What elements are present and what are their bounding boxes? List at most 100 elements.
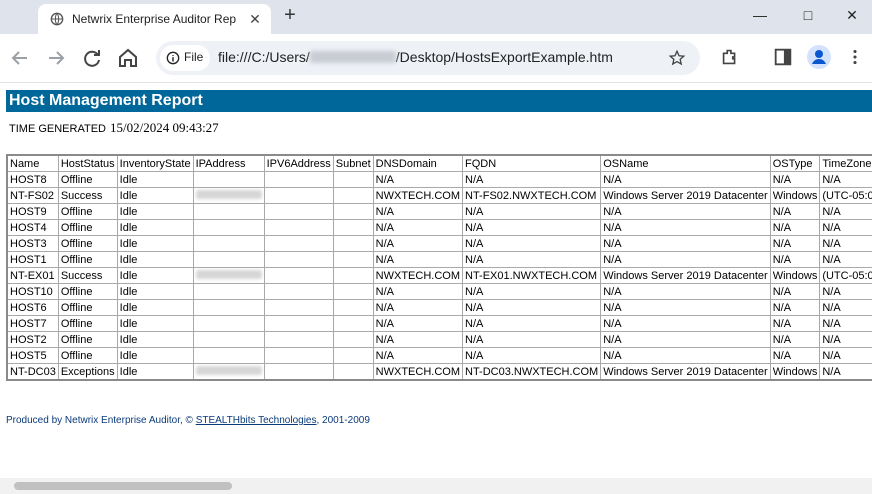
table-cell-status: Offline xyxy=(57,171,118,188)
bookmark-star-icon[interactable] xyxy=(668,49,686,67)
site-info-chip[interactable]: File xyxy=(160,45,210,71)
table-cell-tz: (UTC-05:00) Eastern Time xyxy=(819,267,872,284)
new-tab-icon[interactable]: + xyxy=(280,5,300,26)
table-cell-subnet xyxy=(332,363,374,381)
table-cell-ip xyxy=(192,267,265,284)
table-cell-fqdn: N/A xyxy=(461,219,602,236)
column-header: OSName xyxy=(600,154,771,172)
table-cell-subnet xyxy=(332,187,374,204)
table-cell-os: N/A xyxy=(600,299,771,316)
table-cell-subnet xyxy=(332,219,374,236)
table-cell-ipv6 xyxy=(263,235,334,252)
table-cell-name: HOST8 xyxy=(6,171,59,188)
table-cell-fqdn: N/A xyxy=(461,299,602,316)
browser-tab[interactable]: Netwrix Enterprise Auditor Rep ✕ xyxy=(38,4,271,34)
table-cell-status: Offline xyxy=(57,283,118,300)
table-cell-dns: N/A xyxy=(372,283,464,300)
table-cell-ipv6 xyxy=(263,283,334,300)
table-cell-ipv6 xyxy=(263,299,334,316)
table-row: HOST1 Offline Idle N/A N/A N/A N/A N/A xyxy=(6,251,872,268)
column-header: IPV6Address xyxy=(263,154,334,172)
address-bar[interactable]: File file:///C:/Users/ /Desktop/HostsExpo… xyxy=(156,41,700,75)
side-panel-icon[interactable] xyxy=(772,46,794,68)
table-cell-status: Offline xyxy=(57,331,118,348)
table-cell-dns: N/A xyxy=(372,203,464,220)
table-cell-ipv6 xyxy=(263,251,334,268)
menu-kebab-icon[interactable] xyxy=(844,46,866,68)
table-cell-dns: N/A xyxy=(372,315,464,332)
table-cell-ip xyxy=(192,203,265,220)
url-suffix: /Desktop/HostsExportExample.htm xyxy=(395,49,613,65)
table-cell-status: Success xyxy=(57,267,118,284)
window-close-icon[interactable]: ✕ xyxy=(832,4,872,26)
table-cell-state: Idle xyxy=(116,331,194,348)
table-cell-fqdn: N/A xyxy=(461,251,602,268)
redacted-ip xyxy=(195,269,262,279)
table-row: HOST3 Offline Idle N/A N/A N/A N/A N/A xyxy=(6,235,872,252)
url-prefix: file:///C:/Users/ xyxy=(218,49,310,65)
table-cell-ipv6 xyxy=(263,187,334,204)
table-cell-fqdn: NT-FS02.NWXTECH.COM xyxy=(461,187,602,204)
footer-suffix: , 2001-2009 xyxy=(316,415,370,426)
table-cell-status: Offline xyxy=(57,203,118,220)
table-cell-name: HOST5 xyxy=(6,347,59,364)
table-cell-fqdn: N/A xyxy=(461,283,602,300)
table-cell-state: Idle xyxy=(116,203,194,220)
table-cell-ipv6 xyxy=(263,219,334,236)
table-cell-state: Idle xyxy=(116,315,194,332)
table-cell-name: HOST6 xyxy=(6,299,59,316)
table-cell-ip xyxy=(192,363,265,381)
table-cell-ip xyxy=(192,171,265,188)
maximize-icon[interactable]: □ xyxy=(788,4,828,26)
tab-title: Netwrix Enterprise Auditor Rep xyxy=(72,12,237,26)
table-cell-fqdn: NT-EX01.NWXTECH.COM xyxy=(461,267,602,284)
table-row: NT-EX01 Success Idle NWXTECH.COM NT-EX01.NWX… xyxy=(6,267,872,284)
table-cell-ip xyxy=(192,251,265,268)
table-cell-dns: NWXTECH.COM xyxy=(372,187,464,204)
minimize-icon[interactable]: — xyxy=(740,4,780,26)
time-generated-value: 15/02/2024 09:43:27 xyxy=(109,120,219,135)
back-icon[interactable] xyxy=(8,46,32,70)
table-cell-dns: N/A xyxy=(372,251,464,268)
scrollbar-thumb[interactable] xyxy=(14,482,232,490)
table-cell-tz: N/A xyxy=(819,363,872,381)
table-cell-os: Windows Server 2019 Datacenter xyxy=(600,267,771,284)
table-cell-status: Offline xyxy=(57,251,118,268)
table-cell-name: HOST9 xyxy=(6,203,59,220)
table-row: HOST2 Offline Idle N/A N/A N/A N/A N/A xyxy=(6,331,872,348)
table-cell-ostype: N/A xyxy=(769,235,821,252)
table-cell-subnet xyxy=(332,235,374,252)
forward-icon[interactable] xyxy=(44,46,68,70)
table-cell-ipv6 xyxy=(263,363,334,381)
extensions-icon[interactable] xyxy=(719,46,741,68)
table-cell-ip xyxy=(192,219,265,236)
table-cell-dns: N/A xyxy=(372,331,464,348)
table-cell-tz: N/A xyxy=(819,347,872,364)
column-header: IPAddress xyxy=(192,154,265,172)
table-cell-os: N/A xyxy=(600,171,771,188)
hosts-table: Name HostStatus InventoryState IPAddress IPV… xyxy=(6,154,872,381)
table-body: HOST8 Offline Idle N/A N/A N/A N/A N/A NT-FS02 Su… xyxy=(6,171,872,381)
table-cell-state: Idle xyxy=(116,267,194,284)
table-cell-subnet xyxy=(332,331,374,348)
table-cell-ostype: N/A xyxy=(769,283,821,300)
table-cell-name: HOST3 xyxy=(6,235,59,252)
table-cell-fqdn: N/A xyxy=(461,235,602,252)
redacted-ip xyxy=(195,365,262,375)
table-row: HOST10 Offline Idle N/A N/A N/A N/A N/A xyxy=(6,283,872,300)
profile-avatar[interactable] xyxy=(807,45,831,69)
footer-link[interactable]: STEALTHbits Technologies xyxy=(196,415,317,426)
table-cell-tz: N/A xyxy=(819,235,872,252)
table-cell-ip xyxy=(192,235,265,252)
table-cell-ipv6 xyxy=(263,171,334,188)
home-icon[interactable] xyxy=(116,46,140,70)
reload-icon[interactable] xyxy=(80,46,104,70)
table-cell-subnet xyxy=(332,171,374,188)
table-cell-ipv6 xyxy=(263,267,334,284)
browser-toolbar: File file:///C:/Users/ /Desktop/HostsExpo… xyxy=(0,34,872,83)
horizontal-scrollbar[interactable] xyxy=(0,478,872,494)
page-content: Host Management Report TIME GENERATED 15/… xyxy=(0,83,872,478)
table-row: HOST4 Offline Idle N/A N/A N/A N/A N/A xyxy=(6,219,872,236)
table-cell-tz: N/A xyxy=(819,315,872,332)
close-tab-icon[interactable]: ✕ xyxy=(246,10,264,28)
